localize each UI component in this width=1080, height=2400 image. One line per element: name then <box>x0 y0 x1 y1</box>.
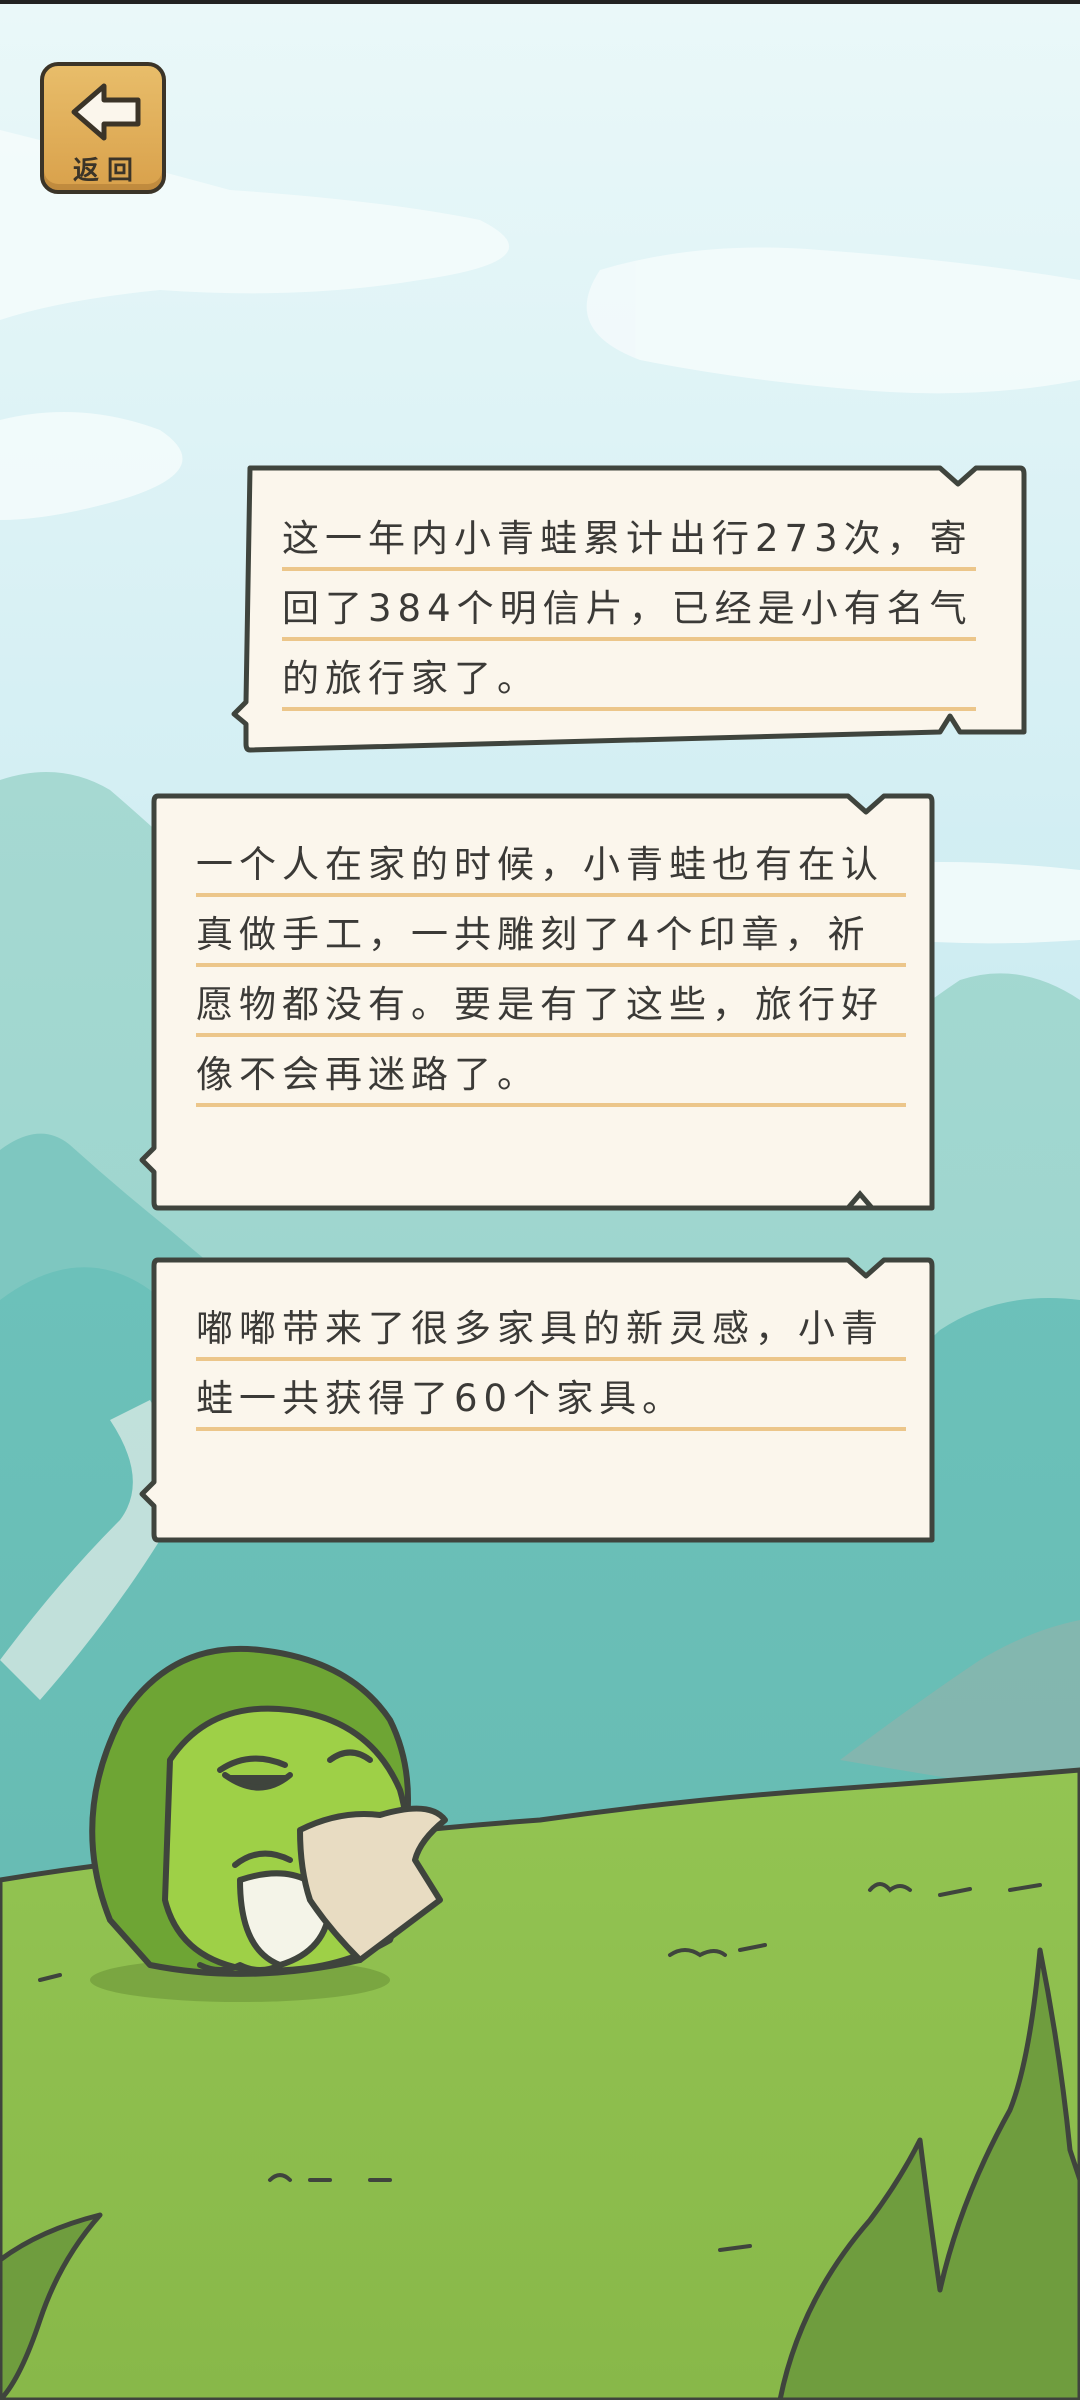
status-bar-edge <box>0 0 1080 4</box>
note-text: 一个人在家的时候，小青蛙也有在认真做手工，一共雕刻了4个印章，祈愿物都没有。要是… <box>196 830 906 1110</box>
summary-screen: 返回 这一年内小青蛙累计出行273次，寄回了384个明信片，已经是小有名气的旅行… <box>0 0 1080 2400</box>
summary-note-furniture: 嘟嘟带来了很多家具的新灵感，小青蛙一共获得了60个家具。 <box>139 1256 936 1546</box>
back-arrow-icon <box>71 83 141 141</box>
note-text: 嘟嘟带来了很多家具的新灵感，小青蛙一共获得了60个家具。 <box>196 1294 906 1434</box>
summary-note-travel: 这一年内小青蛙累计出行273次，寄回了384个明信片，已经是小有名气的旅行家了。 <box>231 464 1028 754</box>
summary-note-crafts: 一个人在家的时候，小青蛙也有在认真做手工，一共雕刻了4个印章，祈愿物都没有。要是… <box>139 792 936 1216</box>
back-label: 返回 <box>72 156 141 186</box>
note-text: 这一年内小青蛙累计出行273次，寄回了384个明信片，已经是小有名气的旅行家了。 <box>282 504 976 714</box>
back-button[interactable]: 返回 <box>40 62 166 194</box>
